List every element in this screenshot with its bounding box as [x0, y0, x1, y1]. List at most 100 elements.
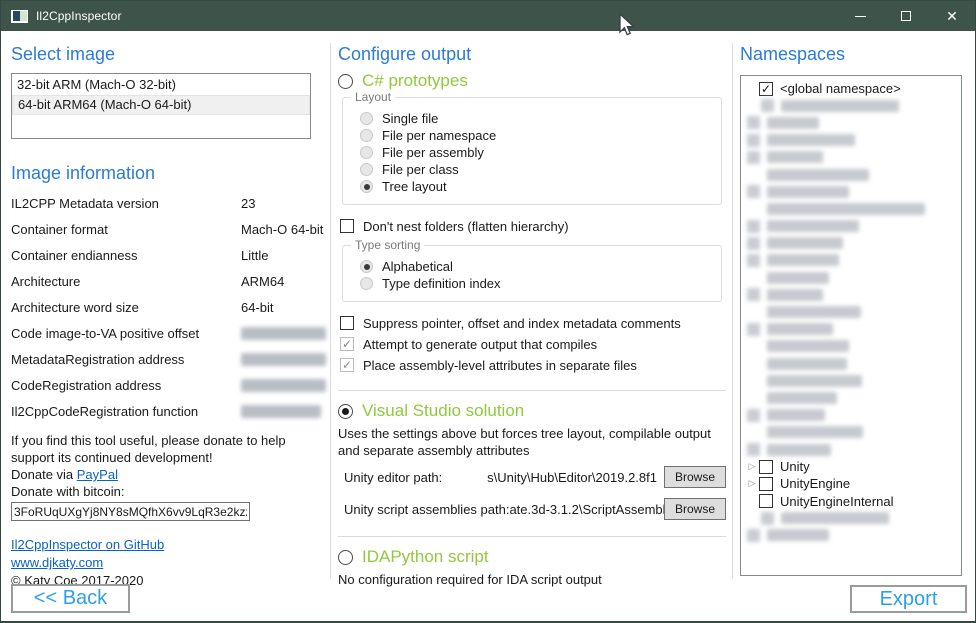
export-button[interactable]: Export — [850, 585, 967, 613]
namespace-checkbox-redacted[interactable] — [761, 99, 774, 112]
namespace-row-redacted[interactable] — [745, 97, 961, 114]
info-label: Container endianness — [11, 248, 241, 263]
namespace-checkbox-redacted[interactable] — [747, 134, 760, 147]
visual-studio-description: Uses the settings above but forces tree … — [338, 425, 726, 459]
namespace-row-redacted[interactable] — [745, 355, 961, 372]
namespace-row-redacted[interactable] — [745, 303, 961, 320]
csharp-prototypes-radio[interactable] — [338, 74, 353, 89]
namespace-checkbox-redacted[interactable] — [747, 237, 760, 250]
namespace-row-redacted[interactable] — [745, 286, 961, 303]
image-listbox[interactable]: 32-bit ARM (Mach-O 32-bit)64-bit ARM64 (… — [11, 73, 311, 139]
image-list-item[interactable]: 32-bit ARM (Mach-O 32-bit) — [12, 75, 310, 95]
type-sorting-options: AlphabeticalType definition index — [360, 258, 721, 292]
layout-label: File per class — [382, 162, 459, 177]
expander-icon[interactable]: ▷ — [745, 462, 759, 471]
namespace-row-redacted[interactable] — [745, 166, 961, 183]
namespace-label-redacted — [767, 409, 825, 421]
image-information-heading: Image information — [11, 163, 326, 184]
minimize-button[interactable] — [837, 1, 883, 31]
namespace-row-redacted[interactable] — [745, 441, 961, 458]
namespace-checkbox-redacted[interactable] — [747, 409, 760, 422]
type-sorting-group-label: Type sorting — [351, 238, 424, 252]
namespace-checkbox-redacted[interactable] — [747, 151, 760, 164]
namespace-label-redacted — [767, 151, 823, 163]
website-link[interactable]: www.djkaty.com — [11, 555, 103, 570]
image-list-item[interactable]: 64-bit ARM64 (Mach-O 64-bit) — [12, 95, 310, 115]
expander-icon[interactable]: ▷ — [745, 479, 759, 488]
namespaces-panel: Namespaces ✓<global namespace>▷Unity▷Uni… — [740, 31, 967, 621]
csharp-prototypes-label: C# prototypes — [362, 71, 468, 91]
paypal-link[interactable]: PayPal — [77, 467, 118, 482]
namespace-checkbox-redacted[interactable] — [747, 220, 760, 233]
maximize-button[interactable] — [883, 1, 929, 31]
namespace-row-redacted[interactable] — [745, 200, 961, 217]
namespaces-listbox[interactable]: ✓ <global namespace> ▷ Unity▷UnityEngineUni… — [740, 75, 962, 576]
layout-groupbox: Layout Single fileFile per namespaceFile… — [342, 97, 722, 205]
namespace-row[interactable]: ▷UnityEngine — [745, 475, 961, 492]
namespace-checkbox[interactable] — [759, 477, 773, 491]
namespace-row-redacted[interactable] — [745, 252, 961, 269]
csharp-prototypes-option[interactable]: C# prototypes — [338, 71, 732, 91]
unity-script-browse-button[interactable]: Browse — [664, 498, 726, 520]
info-value: Little — [241, 248, 268, 263]
namespace-row-redacted[interactable] — [745, 235, 961, 252]
unity-editor-path-value[interactable]: s\Unity\Hub\Editor\2019.2.8f1 — [442, 470, 664, 485]
bitcoin-address-input[interactable] — [11, 502, 250, 521]
namespace-checkbox-redacted[interactable] — [747, 288, 760, 301]
namespace-row-redacted[interactable] — [745, 218, 961, 235]
unity-script-path-label: Unity script assemblies path: — [344, 502, 509, 517]
close-button[interactable]: ✕ — [929, 1, 975, 31]
namespace-row-redacted[interactable] — [745, 338, 961, 355]
dont-nest-checkbox[interactable] — [340, 219, 354, 233]
visual-studio-radio[interactable] — [338, 404, 353, 419]
window-controls: ✕ — [837, 1, 975, 31]
namespace-checkbox-redacted[interactable] — [761, 512, 774, 525]
info-value-redacted — [241, 405, 321, 418]
namespace-label-redacted — [767, 529, 829, 541]
namespace-row-redacted[interactable] — [745, 269, 961, 286]
unity-editor-browse-button[interactable]: Browse — [664, 466, 726, 488]
info-label: CodeRegistration address — [11, 378, 241, 393]
namespace-row-redacted[interactable] — [745, 149, 961, 166]
info-label: MetadataRegistration address — [11, 352, 241, 367]
donation-text: If you find this tool useful, please don… — [11, 432, 313, 521]
idapython-radio[interactable] — [338, 550, 353, 565]
namespace-row[interactable]: UnityEngineInternal — [745, 493, 961, 510]
namespace-row[interactable]: ✓ <global namespace> — [745, 80, 961, 97]
namespace-row[interactable]: ▷ Unity — [745, 458, 961, 475]
output-option-checkbox[interactable] — [340, 316, 354, 330]
namespace-row-redacted[interactable] — [745, 510, 961, 527]
namespace-row-redacted[interactable] — [745, 407, 961, 424]
namespace-row-redacted[interactable] — [745, 132, 961, 149]
namespace-checkbox[interactable] — [759, 460, 773, 474]
output-option[interactable]: Suppress pointer, offset and index metad… — [340, 314, 732, 332]
namespace-checkbox-redacted[interactable] — [747, 443, 760, 456]
namespace-label: <global namespace> — [780, 81, 901, 96]
namespace-checkbox[interactable]: ✓ — [759, 82, 773, 96]
namespace-label: Unity — [780, 459, 810, 474]
namespace-checkbox[interactable] — [759, 494, 773, 508]
namespace-row-redacted[interactable] — [745, 321, 961, 338]
github-link[interactable]: Il2CppInspector on GitHub — [11, 537, 164, 552]
namespace-row-redacted[interactable] — [745, 372, 961, 389]
csharp-extra-options: Suppress pointer, offset and index metad… — [340, 314, 732, 374]
namespace-row-redacted[interactable] — [745, 114, 961, 131]
namespace-checkbox-redacted[interactable] — [747, 185, 760, 198]
visual-studio-option[interactable]: Visual Studio solution — [338, 401, 732, 421]
output-option-label: Attempt to generate output that compiles — [363, 337, 597, 352]
unity-script-path-value[interactable]: ate.3d-3.1.2\ScriptAssemblies — [509, 502, 664, 517]
idapython-option[interactable]: IDAPython script — [338, 547, 732, 567]
namespace-checkbox-redacted[interactable] — [747, 529, 760, 542]
donate-bitcoin-label: Donate with bitcoin: — [11, 484, 124, 499]
separator-line — [338, 536, 726, 537]
namespace-checkbox-redacted[interactable] — [747, 323, 760, 336]
namespace-row-redacted[interactable] — [745, 424, 961, 441]
info-row: CodeRegistration address — [11, 372, 326, 398]
back-button[interactable]: << Back — [11, 584, 130, 613]
namespace-row-redacted[interactable] — [745, 389, 961, 406]
namespace-row-redacted[interactable] — [745, 183, 961, 200]
namespace-checkbox-redacted[interactable] — [747, 254, 760, 267]
namespace-row-redacted[interactable] — [745, 527, 961, 544]
namespace-checkbox-redacted[interactable] — [747, 116, 760, 129]
dont-nest-folders-option[interactable]: Don't nest folders (flatten hierarchy) — [340, 217, 732, 235]
